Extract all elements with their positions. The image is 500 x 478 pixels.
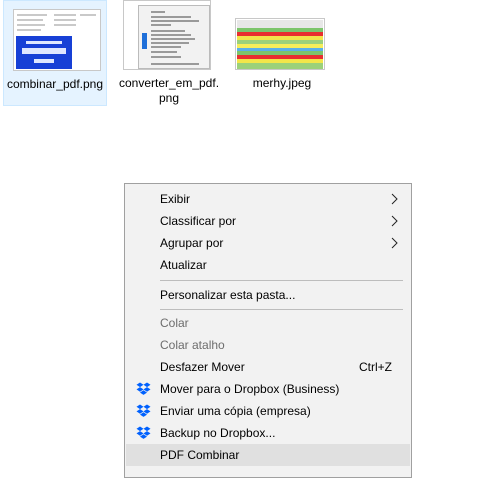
keyboard-shortcut: Ctrl+Z bbox=[359, 360, 392, 374]
menu-item-sort-by[interactable]: Classificar por bbox=[126, 210, 410, 232]
menu-separator bbox=[160, 280, 403, 281]
file-name: merhy.jpeg bbox=[252, 76, 312, 90]
menu-item-label: Exibir bbox=[160, 192, 191, 206]
menu-item-label: Atualizar bbox=[160, 258, 207, 272]
menu-item-label: PDF Combinar bbox=[160, 448, 240, 462]
file-tile-merhy-jpeg[interactable]: merhy.jpeg bbox=[230, 0, 334, 106]
menu-item-label: Classificar por bbox=[160, 214, 237, 228]
chevron-right-icon bbox=[391, 215, 398, 227]
file-thumbnail bbox=[13, 9, 101, 71]
context-menu: Exibir Classificar por Agrupar por Atual… bbox=[124, 183, 412, 478]
menu-item-label: Personalizar esta pasta... bbox=[160, 288, 296, 302]
file-thumbnail bbox=[123, 0, 211, 70]
menu-item-view[interactable]: Exibir bbox=[126, 188, 410, 210]
dropbox-icon bbox=[136, 382, 151, 395]
chevron-right-icon bbox=[391, 193, 398, 205]
menu-item-label: Colar bbox=[160, 316, 189, 330]
menu-item-label: Enviar uma cópia (empresa) bbox=[160, 404, 311, 418]
menu-item-refresh[interactable]: Atualizar bbox=[126, 254, 410, 276]
menu-item-label: Desfazer Mover bbox=[160, 360, 245, 374]
menu-item-label: Backup no Dropbox... bbox=[160, 426, 276, 440]
chevron-right-icon bbox=[391, 237, 398, 249]
menu-item-send-copy-company[interactable]: Enviar uma cópia (empresa) bbox=[126, 400, 410, 422]
menu-item-group-by[interactable]: Agrupar por bbox=[126, 232, 410, 254]
menu-item-label: Mover para o Dropbox (Business) bbox=[160, 382, 340, 396]
menu-item-customize-folder[interactable]: Personalizar esta pasta... bbox=[126, 284, 410, 306]
menu-item-label: Colar atalho bbox=[160, 338, 225, 352]
menu-separator bbox=[160, 309, 403, 310]
file-name: combinar_pdf.png bbox=[6, 77, 104, 91]
file-tile-combinar-pdf[interactable]: combinar_pdf.png bbox=[3, 0, 107, 106]
menu-item-pdf-combine[interactable]: PDF Combinar bbox=[126, 444, 410, 466]
menu-item-backup-dropbox[interactable]: Backup no Dropbox... bbox=[126, 422, 410, 444]
menu-item-move-to-dropbox-business[interactable]: Mover para o Dropbox (Business) bbox=[126, 378, 410, 400]
menu-item-paste: Colar bbox=[126, 312, 410, 334]
file-tile-converter-em-pdf[interactable]: converter_em_pdf.png bbox=[117, 0, 221, 106]
file-thumbnail bbox=[235, 18, 325, 70]
dropbox-icon bbox=[136, 404, 151, 417]
menu-item-label: Agrupar por bbox=[160, 236, 224, 250]
menu-item-paste-shortcut: Colar atalho bbox=[126, 334, 410, 356]
file-name: converter_em_pdf.png bbox=[118, 76, 220, 105]
dropbox-icon bbox=[136, 426, 151, 439]
menu-item-undo-move[interactable]: Desfazer Mover Ctrl+Z bbox=[126, 356, 410, 378]
